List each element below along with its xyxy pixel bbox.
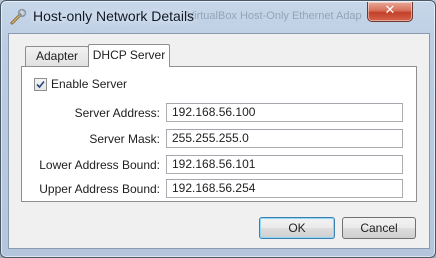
server-mask-field[interactable]: 255.255.255.0	[166, 129, 403, 148]
title-bar[interactable]: Host-only Network Details VirtualBox Hos…	[1, 1, 435, 33]
wrench-screwdriver-icon	[10, 8, 27, 25]
background-window-text: VirtualBox Host-Only Ethernet Adapter	[187, 10, 362, 22]
server-mask-label: Server Mask:	[89, 132, 160, 146]
dhcp-server-tab-panel: Enable Server Server Address: 192.168.56…	[21, 66, 417, 202]
tab-dhcp-server[interactable]: DHCP Server	[88, 44, 170, 67]
host-only-network-details-dialog: Host-only Network Details VirtualBox Hos…	[0, 0, 436, 258]
cancel-button[interactable]: Cancel	[342, 217, 416, 239]
window-title: Host-only Network Details	[33, 8, 195, 24]
close-icon: ✕	[384, 3, 396, 18]
server-address-label: Server Address:	[74, 106, 160, 120]
lower-address-bound-label: Lower Address Bound:	[39, 158, 160, 172]
tab-adapter[interactable]: Adapter	[25, 46, 89, 66]
lower-address-bound-field[interactable]: 192.168.56.101	[166, 155, 403, 174]
ok-button[interactable]: OK	[259, 217, 335, 239]
checkmark-icon	[36, 80, 45, 89]
enable-server-checkbox[interactable]	[34, 78, 47, 91]
dialog-client-area: Adapter DHCP Server Enable Server Server…	[8, 33, 430, 249]
server-address-field[interactable]: 192.168.56.100	[166, 103, 403, 122]
upper-address-bound-label: Upper Address Bound:	[39, 182, 160, 196]
close-button[interactable]: ✕	[367, 2, 413, 22]
upper-address-bound-field[interactable]: 192.168.56.254	[166, 179, 403, 198]
enable-server-label: Enable Server	[51, 77, 128, 91]
